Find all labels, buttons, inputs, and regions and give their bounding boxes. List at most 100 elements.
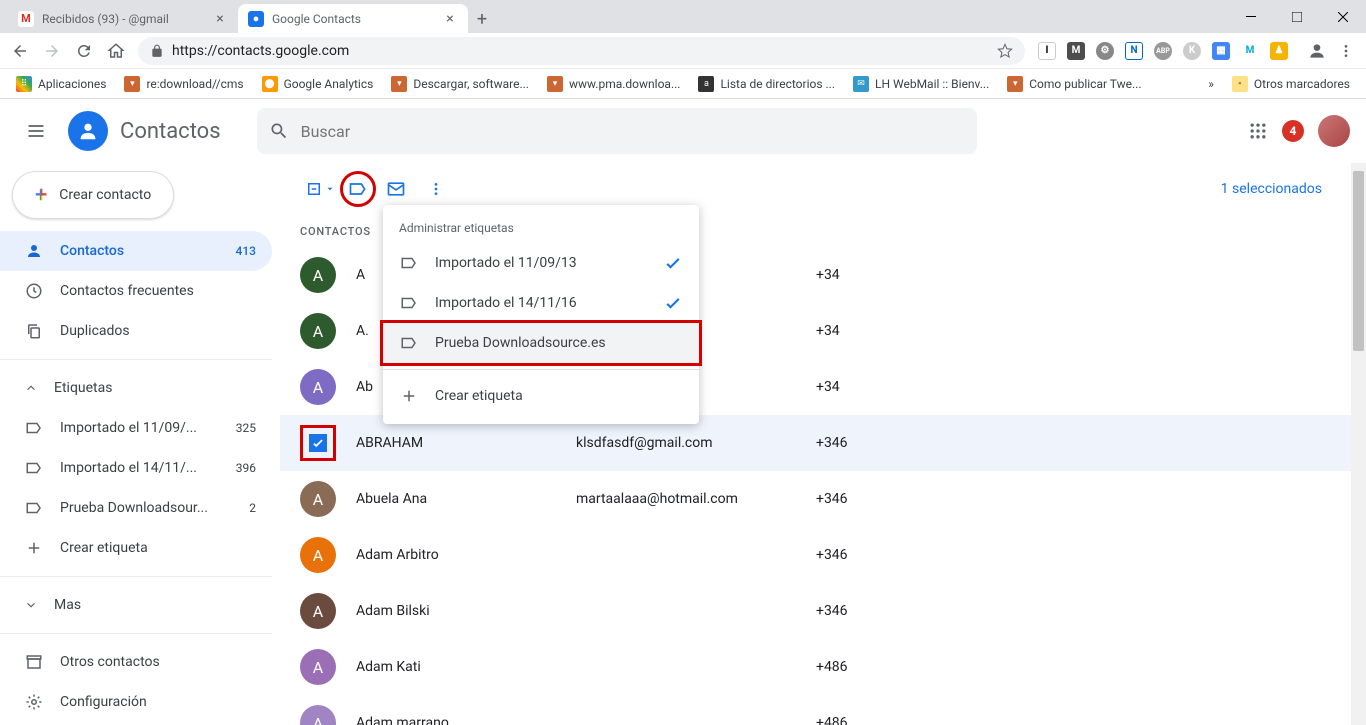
close-icon[interactable]: ×	[212, 11, 228, 27]
labels-header-text: Etiquetas	[54, 380, 112, 396]
ext-icon[interactable]: ♟	[1265, 37, 1293, 65]
browser-tab-gmail[interactable]: M Recibidos (93) - @gmail ×	[8, 4, 238, 33]
forward-button[interactable]	[38, 37, 66, 65]
create-contact-button[interactable]: + Crear contacto	[12, 171, 174, 219]
ext-icon[interactable]: ⚙	[1091, 37, 1119, 65]
bookmark[interactable]: ▾Como publicar Twe...	[999, 72, 1149, 96]
divider	[0, 633, 272, 634]
contact-row[interactable]: AAdam Arbitro+346	[280, 527, 1366, 583]
browser-tabs: M Recibidos (93) - @gmail × ● Google Con…	[0, 0, 1228, 33]
sidebar-item-duplicates[interactable]: Duplicados	[0, 311, 272, 351]
ext-icon[interactable]: K	[1178, 37, 1206, 65]
bookmark-apps[interactable]: ⠿Aplicaciones	[8, 72, 114, 96]
bookmark[interactable]: ✉LH WebMail :: Bienv...	[845, 72, 997, 96]
manage-labels-button[interactable]	[340, 171, 376, 207]
search-input[interactable]	[301, 122, 965, 141]
main-menu-button[interactable]	[16, 111, 56, 151]
close-window-button[interactable]	[1320, 0, 1366, 33]
contact-row[interactable]: AAbuela Anamartaalaaa@hotmail.com+346	[280, 471, 1366, 527]
sidebar-label[interactable]: Prueba Downloadsour... 2	[0, 488, 272, 528]
ext-icon[interactable]: I	[1033, 37, 1061, 65]
ext-icon[interactable]: N	[1120, 37, 1148, 65]
reload-button[interactable]	[70, 37, 98, 65]
notifications-badge[interactable]: 4	[1282, 120, 1304, 142]
contact-avatar: A	[300, 705, 336, 725]
contact-phone: +34	[816, 323, 840, 339]
search-icon	[269, 121, 289, 141]
dropdown-label-item[interactable]: Importado el 14/11/16	[383, 283, 699, 323]
contact-row[interactable]: AAdam marrano+486	[280, 695, 1366, 725]
close-icon[interactable]: ×	[442, 11, 458, 27]
divider	[0, 576, 272, 577]
contacts-logo	[68, 111, 108, 151]
dropdown-label-item[interactable]: Prueba Downloadsource.es	[383, 323, 699, 363]
folder-icon: ▪	[1232, 76, 1248, 92]
check-icon	[663, 293, 683, 313]
label-icon	[399, 254, 419, 272]
bookmarks-overflow[interactable]: »	[1200, 72, 1222, 96]
contact-row[interactable]: AAdam Bilski+346	[280, 583, 1366, 639]
contact-avatar: A	[300, 369, 336, 405]
window-buttons	[1228, 0, 1366, 33]
ext-icon[interactable]: ▦	[1207, 37, 1235, 65]
minimize-button[interactable]	[1228, 0, 1274, 33]
row-checkbox[interactable]	[300, 425, 336, 461]
dropdown-item-label: Importado el 14/11/16	[435, 295, 577, 311]
sidebar-settings[interactable]: Configuración	[0, 682, 272, 722]
scrollbar[interactable]	[1351, 163, 1366, 725]
contact-phone: +346	[816, 435, 848, 451]
home-button[interactable]	[102, 37, 130, 65]
star-icon[interactable]	[997, 43, 1013, 59]
profile-button[interactable]	[1303, 37, 1331, 65]
contact-name: Adam Kati	[356, 659, 556, 675]
sidebar-item-label: Duplicados	[60, 323, 130, 339]
bookmark[interactable]: aLista de directorios ...	[690, 72, 843, 96]
more-actions-button[interactable]	[416, 169, 456, 209]
dropdown-create-label[interactable]: Crear etiqueta	[383, 376, 699, 416]
contact-email: klsdfasdf@gmail.com	[576, 435, 796, 451]
app-header: Contactos 4	[0, 99, 1366, 163]
bookmark-icon: ⬤	[262, 76, 278, 92]
bookmark[interactable]: ▾Descargar, software...	[383, 72, 537, 96]
maximize-button[interactable]	[1274, 0, 1320, 33]
contact-avatar: A	[300, 593, 336, 629]
dropdown-header: Administrar etiquetas	[383, 213, 699, 243]
sidebar-label[interactable]: Importado el 14/11/... 396	[0, 448, 272, 488]
sidebar-item-frequent[interactable]: Contactos frecuentes	[0, 271, 272, 311]
bookmark[interactable]: ⬤Google Analytics	[254, 72, 382, 96]
contact-phone: +346	[816, 547, 848, 563]
contact-phone: +346	[816, 603, 848, 619]
sidebar-other-contacts[interactable]: Otros contactos	[0, 642, 272, 682]
bookmark-icon: ▾	[547, 76, 563, 92]
contact-avatar: A	[300, 257, 336, 293]
browser-tab-contacts[interactable]: ● Google Contacts ×	[238, 4, 468, 33]
contact-avatar: A	[300, 481, 336, 517]
archive-icon	[24, 653, 44, 671]
contact-row[interactable]: AAdam Kati+486	[280, 639, 1366, 695]
divider	[0, 359, 272, 360]
bookmark[interactable]: ▾re:download//cms	[116, 72, 251, 96]
apps-grid-button[interactable]	[1248, 121, 1268, 141]
ext-icon[interactable]: M	[1062, 37, 1090, 65]
select-all-button[interactable]	[300, 169, 340, 209]
search-box[interactable]	[257, 108, 977, 154]
sidebar-create-label[interactable]: Crear etiqueta	[0, 528, 272, 568]
address-bar[interactable]: https://contacts.google.com	[138, 37, 1025, 65]
contact-phone: +34	[816, 267, 840, 283]
sidebar-more[interactable]: Mas	[0, 585, 272, 625]
ext-icon[interactable]: ABP	[1149, 37, 1177, 65]
email-button[interactable]	[376, 169, 416, 209]
back-button[interactable]	[6, 37, 34, 65]
chrome-menu-button[interactable]	[1332, 37, 1360, 65]
sidebar-labels-header[interactable]: Etiquetas	[0, 368, 272, 408]
sidebar-label[interactable]: Importado el 11/09/... 325	[0, 408, 272, 448]
sidebar-item-label: Contactos frecuentes	[60, 283, 194, 299]
contact-avatar: A	[300, 649, 336, 685]
account-avatar[interactable]	[1318, 115, 1350, 147]
other-bookmarks[interactable]: ▪Otros marcadores	[1224, 72, 1358, 96]
sidebar-item-contacts[interactable]: Contactos 413	[0, 231, 272, 271]
ext-icon[interactable]: M	[1236, 37, 1264, 65]
new-tab-button[interactable]: +	[468, 5, 496, 33]
bookmark[interactable]: ▾www.pma.downloa...	[539, 72, 688, 96]
dropdown-label-item[interactable]: Importado el 11/09/13	[383, 243, 699, 283]
